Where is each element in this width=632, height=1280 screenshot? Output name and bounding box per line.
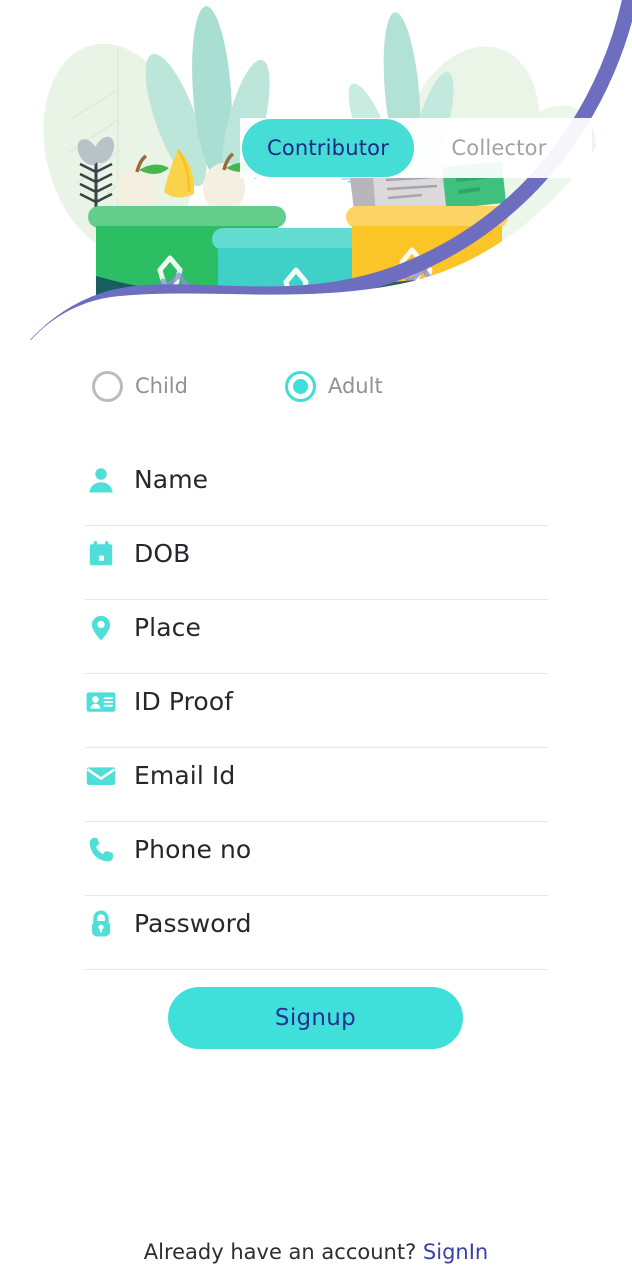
radio-option-adult[interactable]: Adult	[284, 370, 383, 402]
id-card-icon	[85, 686, 117, 718]
signin-prompt: Already have an account? SignIn	[0, 1240, 632, 1264]
field-id-proof[interactable]: ID Proof	[85, 674, 548, 748]
tab-contributor-label: Contributor	[266, 136, 390, 160]
role-tab-bar: Contributor Collector	[240, 118, 592, 178]
signin-link[interactable]: SignIn	[423, 1240, 488, 1264]
lock-icon	[85, 908, 117, 940]
phone-icon	[85, 834, 117, 866]
field-name-label: Name	[134, 465, 209, 494]
field-password-label: Password	[134, 909, 252, 938]
signup-screen: Contributor Collector Child Adult Name D…	[0, 0, 632, 1280]
signup-button[interactable]: Signup	[168, 987, 463, 1049]
signin-prompt-text: Already have an account?	[143, 1240, 417, 1264]
field-email-label: Email Id	[134, 761, 236, 790]
person-icon	[85, 464, 117, 496]
age-group-radio-row: Child Adult	[0, 362, 632, 410]
radio-option-child[interactable]: Child	[92, 370, 188, 402]
field-phone[interactable]: Phone no	[85, 822, 548, 896]
field-dob[interactable]: DOB	[85, 526, 548, 600]
signup-form: Name DOB Place ID Proof Email Id Phone n…	[85, 452, 548, 970]
location-pin-icon	[85, 612, 117, 644]
radio-checked-icon	[284, 370, 316, 402]
field-email[interactable]: Email Id	[85, 748, 548, 822]
radio-option-adult-label: Adult	[327, 374, 383, 398]
field-place-label: Place	[134, 613, 201, 642]
field-password[interactable]: Password	[85, 896, 548, 970]
field-dob-label: DOB	[134, 539, 191, 568]
field-id-proof-label: ID Proof	[134, 687, 234, 716]
tab-collector-label: Collector	[451, 136, 547, 160]
envelope-icon	[85, 760, 117, 792]
field-name[interactable]: Name	[85, 452, 548, 526]
tab-collector[interactable]: Collector	[414, 119, 584, 177]
radio-unchecked-icon	[92, 370, 123, 402]
radio-option-child-label: Child	[135, 374, 188, 398]
tab-contributor[interactable]: Contributor	[242, 119, 414, 177]
field-phone-label: Phone no	[134, 835, 252, 864]
field-place[interactable]: Place	[85, 600, 548, 674]
calendar-icon	[85, 538, 117, 570]
